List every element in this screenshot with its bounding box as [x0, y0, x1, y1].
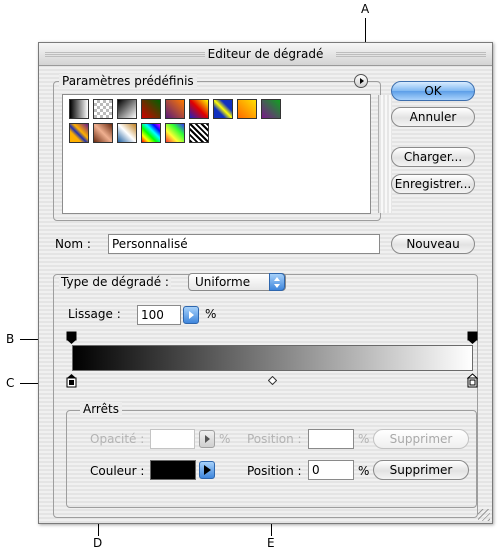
opacity-position-field[interactable] [308, 429, 354, 449]
presets-scrollbar[interactable] [378, 95, 392, 213]
preset-swatch[interactable] [189, 99, 209, 119]
preset-swatch[interactable] [117, 99, 137, 119]
load-button[interactable]: Charger... [391, 147, 475, 167]
cancel-button[interactable]: Annuler [391, 107, 475, 127]
opacity-slider-button[interactable] [199, 430, 215, 448]
preset-menu-icon[interactable] [354, 74, 368, 88]
callout-b: B [6, 332, 15, 346]
color-swatch-field[interactable] [150, 460, 196, 480]
smoothness-unit: % [205, 307, 217, 321]
dialog-title: Editeur de dégradé [207, 47, 324, 61]
preset-swatch[interactable] [141, 123, 161, 143]
preset-swatch[interactable] [93, 99, 113, 119]
opacity-stop-right[interactable] [467, 331, 478, 345]
smoothness-field[interactable]: 100 [137, 305, 181, 325]
callout-c: C [6, 376, 15, 390]
title-bar[interactable]: Editeur de dégradé [39, 43, 492, 66]
ok-button[interactable]: OK [391, 81, 475, 101]
preset-swatch[interactable] [189, 123, 209, 143]
preset-swatch[interactable] [69, 99, 89, 119]
preset-swatch[interactable] [165, 123, 185, 143]
preset-swatch[interactable] [213, 99, 233, 119]
opacity-label: Opacité : [90, 432, 145, 446]
preset-swatch[interactable] [93, 123, 113, 143]
gradient-preview-bar[interactable] [72, 345, 473, 371]
gradient-type-select[interactable]: Uniforme [188, 273, 286, 291]
gradient-type-value: Uniforme [195, 275, 251, 289]
presets-legend: Paramètres prédéfinis [59, 74, 197, 88]
color-position-unit: % [358, 464, 370, 478]
gradient-editor-dialog: Editeur de dégradé Paramètres prédéfinis… [38, 42, 493, 524]
preset-swatch[interactable] [237, 99, 257, 119]
smoothness-label: Lissage : [68, 307, 121, 321]
preset-swatch[interactable] [117, 123, 137, 143]
preset-swatch[interactable] [69, 123, 89, 143]
opacity-position-label: Position : [247, 432, 302, 446]
opacity-field[interactable] [150, 429, 195, 449]
new-button[interactable]: Nouveau [391, 234, 475, 254]
opacity-stop-left[interactable] [66, 331, 77, 345]
midpoint-diamond[interactable] [267, 374, 278, 386]
color-label: Couleur : [90, 464, 145, 478]
callout-a: A [361, 2, 370, 16]
preset-swatch[interactable] [165, 99, 185, 119]
smoothness-slider-button[interactable] [183, 306, 199, 324]
stops-group [66, 410, 477, 508]
presets-list[interactable] [62, 94, 392, 214]
popup-arrows-icon [269, 273, 285, 291]
color-stop-right[interactable] [466, 373, 479, 388]
preset-swatch[interactable] [261, 99, 281, 119]
name-label: Nom : [55, 237, 91, 251]
delete-color-stop-button[interactable]: Supprimer [373, 460, 469, 480]
color-stop-left[interactable] [66, 373, 77, 388]
delete-opacity-stop-button[interactable]: Supprimer [373, 429, 469, 449]
resize-grip-icon[interactable] [478, 509, 490, 521]
stops-legend: Arrêts [80, 402, 122, 416]
gradient-type-label: Type de dégradé : [59, 275, 171, 289]
preset-swatch[interactable] [141, 99, 161, 119]
callout-d: D [93, 536, 103, 550]
color-position-label: Position : [247, 464, 302, 478]
name-field[interactable]: Personnalisé [108, 234, 380, 254]
color-menu-button[interactable] [199, 461, 215, 479]
color-position-field[interactable]: 0 [308, 460, 354, 480]
callout-e: E [267, 536, 275, 550]
opacity-unit: % [219, 432, 231, 446]
save-button[interactable]: Enregistrer... [391, 174, 475, 194]
opacity-position-unit: % [358, 432, 370, 446]
